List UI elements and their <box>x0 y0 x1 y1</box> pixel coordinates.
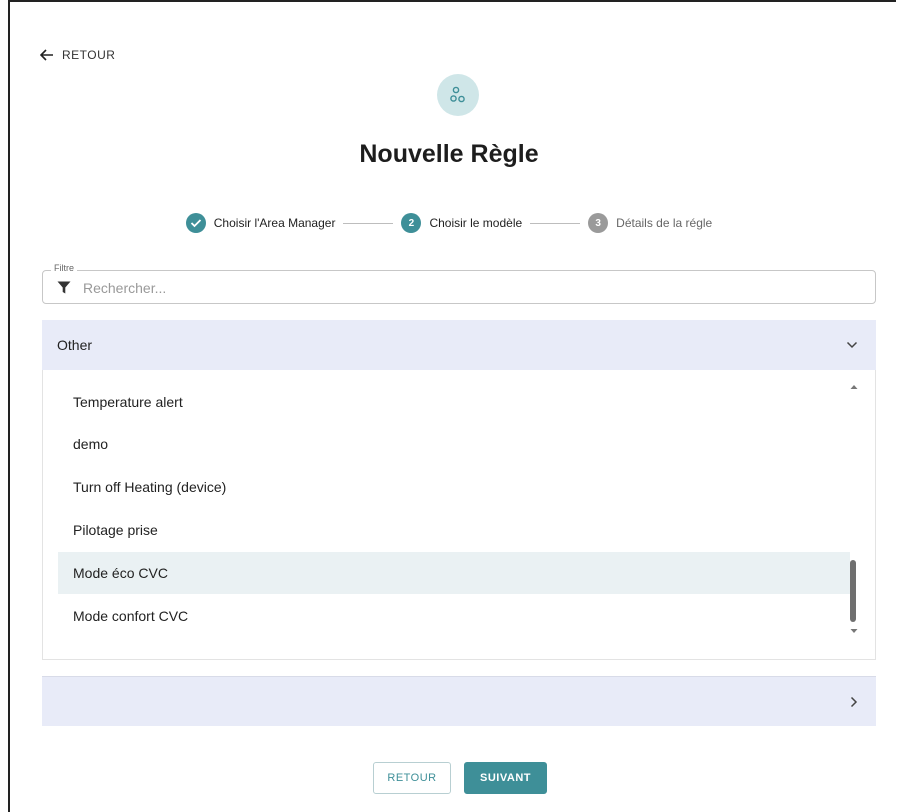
list-item[interactable]: demo <box>58 423 850 465</box>
filter-field[interactable]: Filtre <box>42 263 876 304</box>
list-item-label: demo <box>73 436 109 452</box>
scrollbar-thumb[interactable] <box>850 560 856 622</box>
list-item-label: Mode éco CVC <box>73 565 168 581</box>
list-item[interactable]: Turn off Heating (device) <box>58 466 850 508</box>
panel-header-collapsed[interactable] <box>42 676 876 726</box>
list-item[interactable]: Temperature alert <box>58 381 850 423</box>
rule-icon <box>437 74 479 116</box>
step-choose-model[interactable]: 2 Choisir le modèle <box>401 213 522 233</box>
step-rule-details: 3 Détails de la régle <box>588 213 712 233</box>
list-item[interactable]: Pilotage prise <box>58 509 850 551</box>
chevron-down-icon <box>846 341 858 349</box>
scroll-down-arrow-icon[interactable] <box>850 628 858 634</box>
filter-icon <box>57 281 71 294</box>
step-choose-area-manager[interactable]: Choisir l'Area Manager <box>185 213 336 233</box>
nodes-icon <box>450 86 465 103</box>
page-title: Nouvelle Règle <box>359 140 539 168</box>
panel-header-other[interactable]: Other <box>42 320 876 370</box>
chevron-right-icon <box>850 696 858 707</box>
filter-legend: Filtre <box>51 263 77 273</box>
search-input[interactable] <box>81 276 845 300</box>
step-label: Détails de la régle <box>616 216 713 230</box>
back-link[interactable]: RETOUR <box>40 45 115 65</box>
panel-title: Other <box>57 337 93 353</box>
scroll-up-arrow-icon[interactable] <box>850 384 858 390</box>
back-button[interactable]: RETOUR <box>373 762 451 794</box>
list-item-label: Temperature alert <box>73 394 183 410</box>
list-item-label: Mode confort CVC <box>73 608 189 624</box>
list-item-label: Turn off Heating (device) <box>73 479 227 495</box>
step-label: Choisir le modèle <box>429 216 523 230</box>
step-connector <box>343 222 394 224</box>
arrow-left-icon <box>40 49 53 61</box>
step-label: Choisir l'Area Manager <box>213 216 336 230</box>
stepper: Choisir l'Area Manager 2 Choisir le modè… <box>0 212 898 234</box>
list-item-label: Pilotage prise <box>73 522 158 538</box>
back-link-label: RETOUR <box>62 48 116 62</box>
list-item-selected[interactable]: Mode éco CVC <box>58 552 850 594</box>
step-connector <box>530 222 581 224</box>
rule-list: Temperature alert demo Turn off Heating … <box>42 370 876 660</box>
next-button[interactable]: SUIVANT <box>464 762 547 794</box>
step-number: 3 <box>588 213 609 233</box>
step-number: 2 <box>401 213 422 233</box>
check-icon <box>185 213 206 233</box>
list-item[interactable]: Mode confort CVC <box>58 595 850 637</box>
